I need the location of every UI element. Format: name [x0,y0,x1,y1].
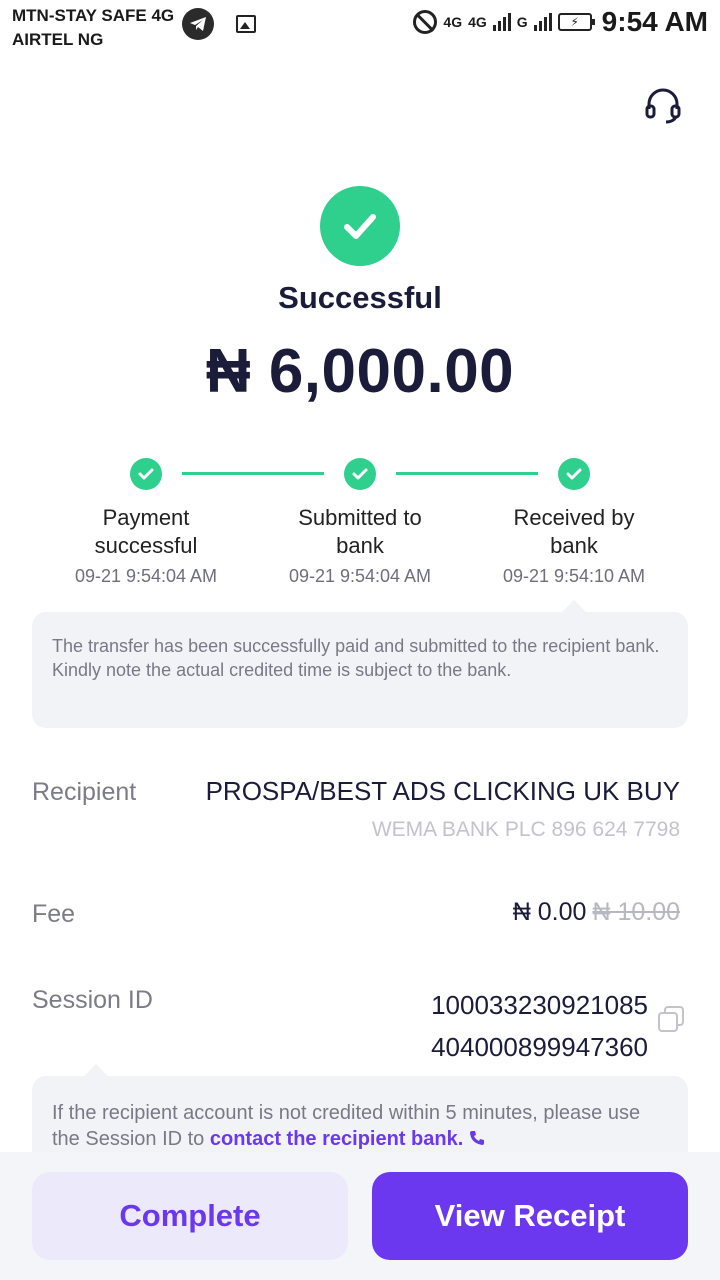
step-3-label: Received by bank [474,504,674,560]
step-2-check-icon [344,458,376,490]
step-2-label-line-2: bank [336,533,384,558]
progress-line-2 [396,472,538,475]
contact-bank-link-text: contact the recipient bank. [209,1128,464,1150]
system-icons: 4G 4G G ⚡ 9:54 AM [413,6,708,38]
recipient-label: Recipient [32,778,137,806]
copy-icon[interactable] [656,1004,686,1034]
gallery-icon [236,15,256,33]
progress-line-1 [182,472,324,475]
headset-icon [645,88,681,124]
step-2-time: 09-21 9:54:04 AM [288,566,432,586]
network-type-1: 4G [443,14,463,30]
session-id-label: Session ID [32,986,153,1014]
battery-charging-icon: ⚡ [557,13,595,31]
network-type-2: 4G [468,14,487,30]
do-not-disturb-icon [413,10,438,34]
carrier-info: MTN-STAY SAFE 4G AIRTEL NG [12,4,174,52]
fee-label: Fee [32,900,76,928]
fee-original-strikethrough: ₦ 10.00 [592,898,680,926]
step-2-label: Submitted to bank [260,504,460,560]
phone-icon [469,1131,484,1145]
status-time: 9:54 AM [601,6,708,37]
success-check-icon [320,186,400,266]
step-1-time: 09-21 9:54:04 AM [74,566,218,586]
session-id-value: 100033230921085 404000899947360 [388,984,648,1068]
signal-icon-2 [533,13,552,31]
complete-button[interactable]: Complete [32,1172,348,1260]
signal-icon [492,13,511,31]
session-id-line-2: 404000899947360 [431,1032,648,1062]
customer-support-button[interactable] [640,82,686,128]
network-type-3: G [516,14,528,30]
recipient-name: PROSPA/BEST ADS CLICKING UK BUY [205,776,680,806]
step-1-label-line-1: Payment [102,505,190,530]
step-3-label-line-2: bank [550,533,598,558]
contact-bank-link[interactable]: contact the recipient bank. [210,1128,485,1150]
step-1-label-line-2: successful [94,533,198,558]
fee-current: ₦ 0.00 [512,898,587,926]
step-2-label-line-1: Submitted to [298,505,422,530]
step-1-check-icon [130,458,162,490]
step-3-label-line-1: Received by [513,505,635,530]
telegram-icon [182,8,214,40]
transfer-info-message: The transfer has been successfully paid … [32,600,688,728]
transfer-amount: ₦ 6,000.00 [205,337,515,406]
status-title: Successful [278,280,442,315]
fee-value: ₦ 0.00 ₦ 10.00 [513,898,680,927]
carrier-2: AIRTEL NG [12,30,104,49]
recipient-bank-account: WEMA BANK PLC 896 624 7798 [371,818,680,841]
step-3-time: 09-21 9:54:10 AM [502,566,646,586]
step-3-check-icon [558,458,590,490]
view-receipt-button[interactable]: View Receipt [372,1172,688,1260]
carrier-1: MTN-STAY SAFE 4G [12,6,175,25]
notification-icons [182,8,256,40]
status-bar: MTN-STAY SAFE 4G AIRTEL NG 4G 4G G ⚡ 9:5… [0,0,720,56]
step-1-label: Payment successful [46,504,246,560]
session-id-line-1: 100033230921085 [431,990,648,1020]
